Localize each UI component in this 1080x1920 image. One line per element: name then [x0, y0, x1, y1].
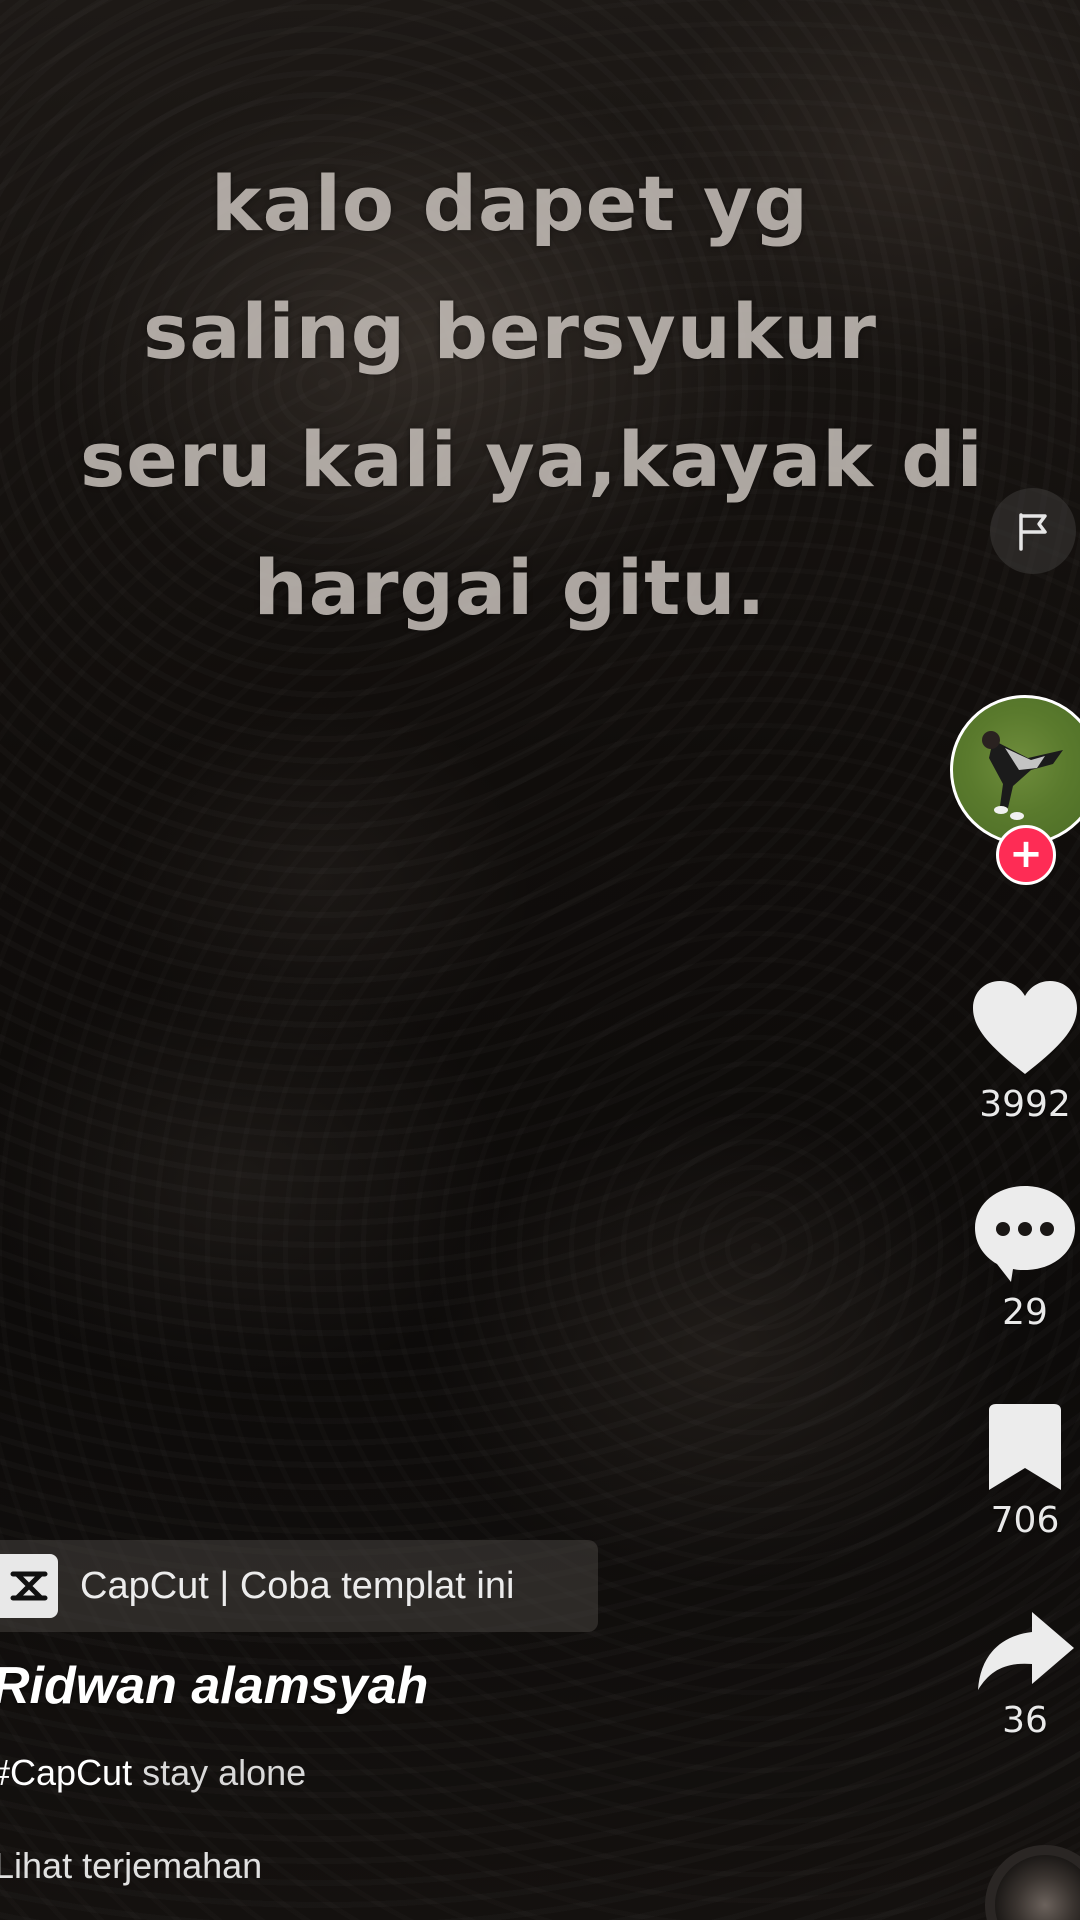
report-button[interactable]: [990, 488, 1076, 574]
flag-icon: [1019, 513, 1047, 551]
video-feed-screen[interactable]: kalo dapet yg saling bersyukur seru kali…: [0, 0, 1080, 1920]
bookmark-action[interactable]: 706: [960, 1402, 1080, 1541]
see-translation-link[interactable]: Lihat terjemahan: [0, 1845, 262, 1887]
overlay-line-3: seru kali ya,kayak di: [80, 415, 984, 504]
caption-text: stay alone: [132, 1752, 307, 1793]
hashtag-link[interactable]: #CapCut: [0, 1752, 132, 1793]
avatar[interactable]: [950, 695, 1080, 845]
share-action[interactable]: 36: [960, 1610, 1080, 1741]
creator-avatar-group[interactable]: +: [950, 695, 1080, 885]
capcut-glyph: [10, 1571, 48, 1601]
follow-button[interactable]: +: [996, 825, 1056, 885]
overlay-line-4: hargai gitu.: [253, 543, 767, 632]
avatar-image: [982, 731, 1063, 820]
share-arrow-icon[interactable]: [974, 1610, 1076, 1694]
bookmark-icon[interactable]: [983, 1402, 1067, 1494]
overlay-line-2: saling bersyukur: [142, 287, 878, 376]
post-caption: #CapCut stay alone: [0, 1752, 306, 1794]
capcut-logo-icon: [0, 1554, 58, 1618]
share-count: 36: [1002, 1700, 1048, 1741]
capcut-label: CapCut | Coba templat ini: [80, 1564, 515, 1607]
overlay-line-1: kalo dapet yg: [211, 159, 809, 248]
heart-icon[interactable]: [969, 978, 1080, 1078]
plus-icon: +: [1009, 831, 1043, 877]
bookmark-count: 706: [990, 1500, 1060, 1541]
comment-count: 29: [1002, 1292, 1048, 1333]
comment-bubble-icon[interactable]: [971, 1182, 1079, 1286]
capcut-template-chip[interactable]: CapCut | Coba templat ini: [0, 1540, 598, 1632]
like-count: 3992: [979, 1084, 1071, 1125]
music-disc[interactable]: [985, 1845, 1080, 1920]
comment-action[interactable]: 29: [960, 1182, 1080, 1333]
username-link[interactable]: Ridwan alamsyah: [0, 1656, 428, 1716]
like-action[interactable]: 3992: [960, 978, 1080, 1125]
video-overlay-text: kalo dapet yg saling bersyukur seru kali…: [80, 140, 984, 652]
